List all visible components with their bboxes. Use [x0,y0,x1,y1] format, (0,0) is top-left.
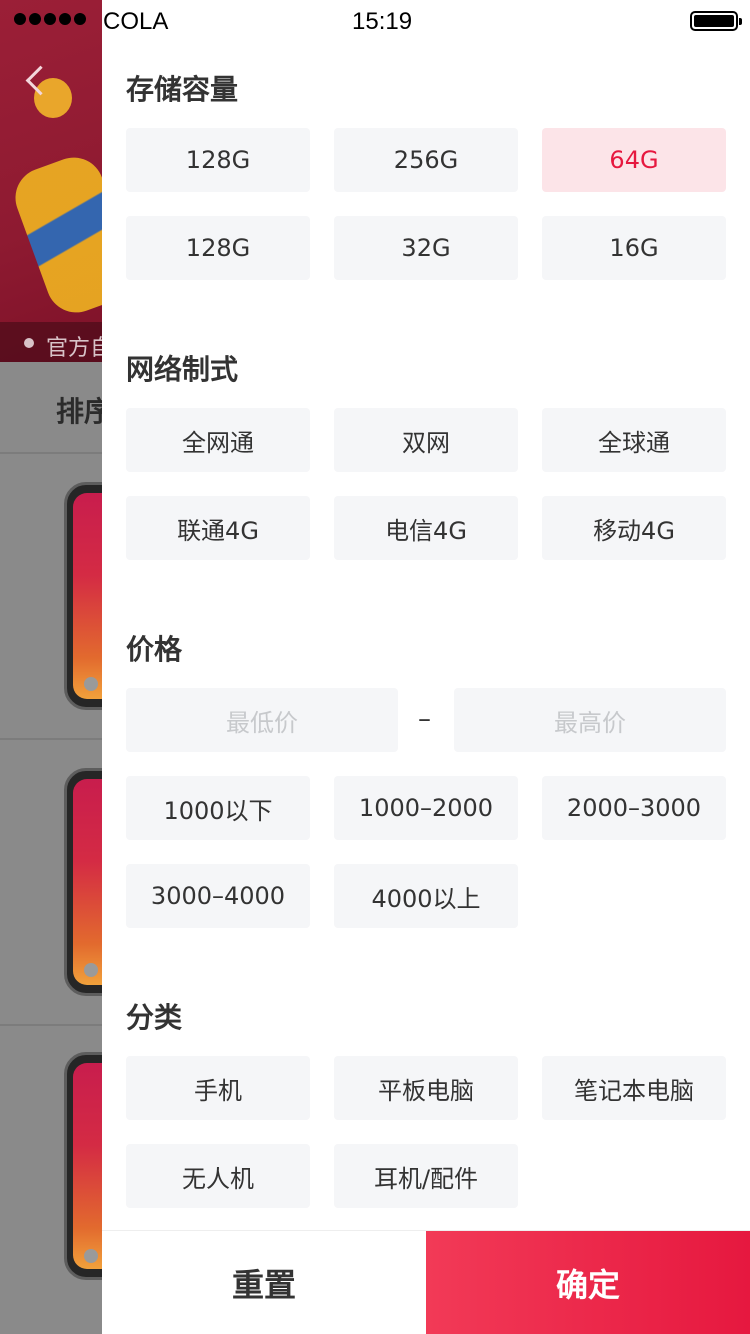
network-option[interactable]: 移动4G [542,496,726,560]
category-option[interactable]: 手机 [126,1056,310,1120]
network-option[interactable]: 电信4G [334,496,518,560]
info-icon [84,963,98,977]
category-option[interactable]: 平板电脑 [334,1056,518,1120]
storage-option[interactable]: 128G [126,216,310,280]
storage-option[interactable]: 32G [334,216,518,280]
category-option[interactable]: 笔记本电脑 [542,1056,726,1120]
banner-caption: 官方自 [46,336,113,361]
storage-option-selected[interactable]: 64G [542,128,726,192]
status-bar: COLA 15:19 [0,0,750,42]
clock: 15:19 [352,8,413,35]
min-price-input[interactable]: 最低价 [126,688,398,752]
category-section-title: 分类 [126,1001,183,1034]
network-option[interactable]: 双网 [334,408,518,472]
storage-section-title: 存储容量 [126,73,239,106]
divider [0,738,110,740]
network-option[interactable]: 全球通 [542,408,726,472]
price-option[interactable]: 1000以下 [126,776,310,840]
reset-button[interactable]: 重置 [102,1231,426,1334]
network-option[interactable]: 联通4G [126,496,310,560]
divider [0,452,110,454]
info-icon [84,1249,98,1263]
info-icon [84,677,98,691]
storage-option[interactable]: 16G [542,216,726,280]
price-range-separator: – [418,704,431,734]
carrier-name: COLA [103,8,169,35]
network-section-title: 网络制式 [126,353,239,386]
storage-option[interactable]: 256G [334,128,518,192]
price-section-title: 价格 [126,633,183,666]
storage-option[interactable]: 128G [126,128,310,192]
category-option[interactable]: 无人机 [126,1144,310,1208]
price-option[interactable]: 1000–2000 [334,776,518,840]
network-option[interactable]: 全网通 [126,408,310,472]
drawer-footer: 重置 确定 [102,1230,750,1334]
price-option[interactable]: 2000–3000 [542,776,726,840]
back-arrow-icon[interactable] [24,64,42,98]
filter-drawer: 存储容量 128G 256G 64G 128G 32G 16G 网络制式 全网通… [102,0,750,1334]
price-option[interactable]: 4000以上 [334,864,518,928]
battery-icon [690,11,742,31]
confirm-button[interactable]: 确定 [426,1231,750,1334]
divider [0,1024,110,1026]
max-price-input[interactable]: 最高价 [454,688,726,752]
signal-strength-icon [14,13,86,25]
category-option[interactable]: 耳机/配件 [334,1144,518,1208]
price-option[interactable]: 3000–4000 [126,864,310,928]
